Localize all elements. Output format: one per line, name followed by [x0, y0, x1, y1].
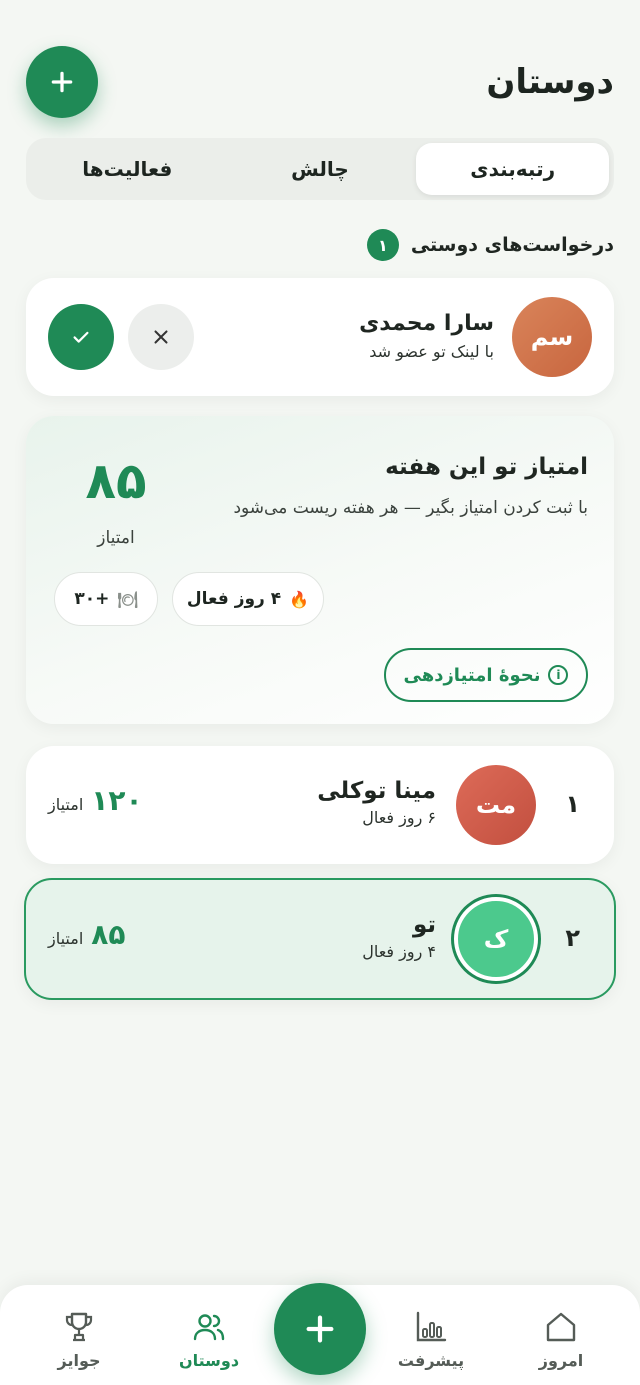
how-scoring-label: نحوهٔ امتیازدهی	[403, 664, 541, 686]
add-entry-button[interactable]	[274, 1283, 366, 1375]
flame-icon: 🔥	[289, 589, 310, 609]
nav-label-friends: دوستان	[178, 1351, 240, 1370]
meals-pill: 🍽 +۳۰	[54, 572, 158, 626]
score-description: با ثبت کردن امتیاز بگیر — هر هفته ریست م…	[233, 498, 588, 518]
friend-requests-count-badge: ۱	[366, 229, 399, 261]
points-value: ۸۵	[91, 918, 126, 951]
points-unit: امتیاز	[48, 795, 84, 814]
avatar: ک	[454, 897, 538, 981]
score-value: ۸۵	[85, 452, 147, 510]
nav-item-progress[interactable]: پیشرفت	[386, 1309, 476, 1370]
nav-item-today[interactable]: امروز	[516, 1309, 606, 1370]
rank-name: مینا توکلی	[317, 778, 436, 804]
page-title: دوستان	[486, 62, 614, 102]
rank-subtitle: ۴ روز فعال	[362, 942, 436, 961]
rank-number: ۲	[565, 924, 580, 952]
points-value: ۱۲۰	[91, 784, 143, 817]
rank-subtitle: ۶ روز فعال	[362, 808, 436, 827]
trophy-icon	[65, 1312, 93, 1342]
avatar: سم	[512, 297, 592, 377]
add-friend-button[interactable]	[26, 46, 98, 118]
weekly-score-card: امتیاز تو این هفته با ثبت کردن امتیاز بگ…	[26, 416, 614, 724]
streak-label: ۴ روز فعال	[186, 589, 282, 609]
nav-label-progress: پیشرفت	[397, 1351, 465, 1370]
rank-number: ۱	[565, 790, 580, 818]
bottom-nav: امروز پیشرفت دوستان جوایز	[0, 1283, 640, 1385]
check-icon	[73, 331, 89, 343]
plus-icon	[306, 1315, 334, 1343]
points-unit: امتیاز	[48, 929, 84, 948]
avatar: مت	[456, 765, 536, 845]
meals-label: +۳۰	[74, 589, 110, 609]
rank-name: تو	[412, 912, 436, 938]
rank-points: ۱۲۰ امتیاز	[48, 784, 143, 817]
info-icon: i	[548, 665, 569, 685]
bar-chart-icon	[416, 1311, 447, 1342]
score-title: امتیاز تو این هفته	[385, 454, 588, 480]
request-subtitle: با لینک تو عضو شد	[369, 342, 494, 361]
friend-request-card: سم سارا محمدی با لینک تو عضو شد	[26, 278, 614, 396]
nav-label-today: امروز	[538, 1351, 584, 1370]
nav-item-prizes[interactable]: جوایز	[34, 1309, 124, 1370]
close-icon	[154, 330, 168, 344]
score-unit: امتیاز	[97, 528, 135, 548]
decline-request-button[interactable]	[128, 304, 194, 370]
leaderboard-row-self[interactable]: ۲ ک تو ۴ روز فعال ۸۵ امتیاز	[24, 878, 616, 1000]
how-scoring-button[interactable]: i نحوهٔ امتیازدهی	[384, 648, 588, 702]
tab-activities[interactable]: فعالیت‌ها	[31, 143, 224, 195]
tab-leaderboard[interactable]: رتبه‌بندی	[416, 143, 609, 195]
friend-requests-label: درخواست‌های دوستی	[410, 234, 614, 256]
friend-requests-header: درخواست‌های دوستی ۱	[366, 228, 614, 262]
plus-icon	[51, 71, 73, 93]
plate-icon: 🍽	[117, 589, 138, 609]
nav-label-prizes: جوایز	[57, 1351, 101, 1370]
streak-pill: 🔥 ۴ روز فعال	[172, 572, 324, 626]
request-name: سارا محمدی	[359, 311, 494, 336]
rank-points: ۸۵ امتیاز	[48, 918, 125, 951]
tab-challenge[interactable]: چالش	[224, 143, 417, 195]
nav-item-friends[interactable]: دوستان	[164, 1309, 254, 1370]
users-icon	[193, 1314, 225, 1341]
leaderboard-row[interactable]: ۱ مت مینا توکلی ۶ روز فعال ۱۲۰ امتیاز	[26, 746, 614, 864]
accept-request-button[interactable]	[48, 304, 114, 370]
segmented-tabs: رتبه‌بندی چالش فعالیت‌ها	[26, 138, 614, 200]
home-icon	[546, 1312, 576, 1342]
